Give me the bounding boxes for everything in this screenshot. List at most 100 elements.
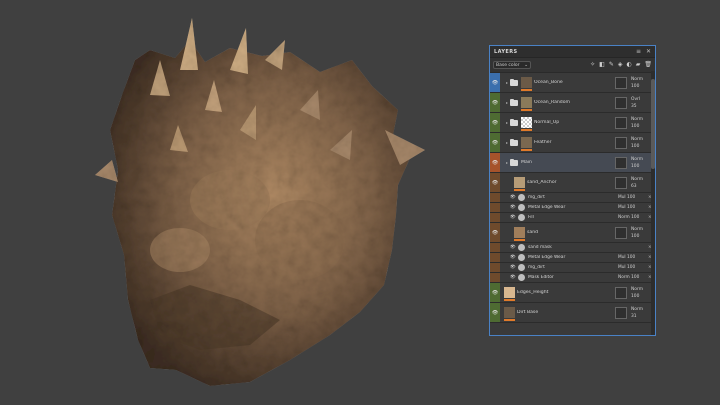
effect-blend[interactable]: Mul 100 — [618, 195, 648, 200]
effect-row[interactable]: 👁 sand mask × — [490, 243, 655, 253]
effect-name: Metal Edge Wear — [528, 205, 566, 210]
mask-slot[interactable] — [615, 76, 627, 89]
layer-visibility-strip[interactable]: 👁 — [490, 283, 500, 302]
opacity-value[interactable]: 31 — [631, 314, 653, 319]
layer-row[interactable]: 👁 Dirt Base Norm 31 — [490, 303, 655, 323]
3d-viewport[interactable] — [0, 0, 480, 405]
wand-icon[interactable]: ✧ — [590, 62, 595, 68]
mask-slot[interactable] — [615, 176, 627, 189]
layer-row[interactable]: 👁 ▸ Main Norm 100 — [490, 153, 655, 173]
layer-row[interactable]: 👁 Edges_Height Norm 100 — [490, 283, 655, 303]
opacity-value[interactable]: 100 — [631, 234, 653, 239]
paint-icon[interactable]: ✎ — [609, 62, 614, 68]
eye-icon[interactable]: 👁 — [492, 160, 498, 166]
mask-slot[interactable] — [615, 306, 627, 319]
eye-icon[interactable]: 👁 — [492, 290, 498, 296]
layer-blend-controls[interactable]: Norm 100 — [631, 157, 653, 169]
eye-icon[interactable]: 👁 — [510, 275, 518, 280]
eye-icon[interactable]: 👁 — [492, 230, 498, 236]
effect-row[interactable]: 👁 mg_dirt Mul 100 × — [490, 193, 655, 203]
eye-icon[interactable]: 👁 — [492, 180, 498, 186]
eye-icon[interactable]: 👁 — [492, 80, 498, 86]
eye-icon[interactable]: 👁 — [492, 310, 498, 316]
blend-mode[interactable]: Norm — [631, 287, 653, 292]
layer-blend-controls[interactable]: Norm 100 — [631, 137, 653, 149]
layer-blend-controls[interactable]: Norm 100 — [631, 287, 653, 299]
opacity-value[interactable]: 100 — [631, 164, 653, 169]
layer-blend-controls[interactable]: Norm 63 — [631, 177, 653, 189]
blend-mode[interactable]: Ovrl — [631, 97, 653, 102]
scrollbar-thumb[interactable] — [651, 79, 655, 169]
mask-slot[interactable] — [615, 136, 627, 149]
blend-mode[interactable]: Norm — [631, 77, 653, 82]
layer-visibility-strip[interactable]: 👁 — [490, 73, 500, 92]
opacity-value[interactable]: 100 — [631, 124, 653, 129]
effect-row[interactable]: 👁 Metal Edge Wear Mul 100 × — [490, 253, 655, 263]
fill-layer-icon[interactable]: ◧ — [599, 62, 605, 68]
eye-icon[interactable]: 👁 — [510, 205, 518, 210]
opacity-value[interactable]: 100 — [631, 294, 653, 299]
layer-visibility-strip[interactable]: 👁 — [490, 133, 500, 152]
blend-mode[interactable]: Norm — [631, 307, 653, 312]
folder-icon — [510, 78, 518, 86]
blend-mode[interactable]: Norm — [631, 137, 653, 142]
opacity-value[interactable]: 63 — [631, 184, 653, 189]
eye-icon[interactable]: 👁 — [510, 255, 518, 260]
effect-icon — [518, 244, 525, 251]
layer-row[interactable]: 👁 sand_Anchor Norm 63 — [490, 173, 655, 193]
layer-row[interactable]: 👁 sand Norm 100 — [490, 223, 655, 243]
blend-mode[interactable]: Norm — [631, 117, 653, 122]
layer-blend-controls[interactable]: Norm 31 — [631, 307, 653, 319]
layer-visibility-strip[interactable]: 👁 — [490, 173, 500, 192]
opacity-value[interactable]: 100 — [631, 144, 653, 149]
layer-visibility-strip[interactable]: 👁 — [490, 303, 500, 322]
mask-slot[interactable] — [615, 116, 627, 129]
effect-row[interactable]: 👁 Metal Edge Wear Mul 100 × — [490, 203, 655, 213]
trash-icon[interactable]: 🗑 — [644, 62, 652, 68]
eye-icon[interactable]: 👁 — [510, 245, 518, 250]
eye-icon[interactable]: 👁 — [492, 140, 498, 146]
folder-icon[interactable]: ▰ — [636, 62, 641, 68]
effect-blend[interactable]: Mul 100 — [618, 255, 648, 260]
layer-visibility-strip[interactable]: 👁 — [490, 93, 500, 112]
menu-icon[interactable]: ≡ — [636, 48, 641, 55]
effect-row[interactable]: 👁 Fill Norm 100 × — [490, 213, 655, 223]
layer-row[interactable]: 👁 ▸ Ocean_Bone Norm 100 — [490, 73, 655, 93]
mask-slot[interactable] — [615, 96, 627, 109]
close-icon[interactable]: ✕ — [646, 48, 651, 55]
layer-scrollbar[interactable] — [651, 71, 655, 335]
mask-slot[interactable] — [615, 226, 627, 239]
layer-blend-controls[interactable]: Norm 100 — [631, 117, 653, 129]
blend-mode[interactable]: Norm — [631, 227, 653, 232]
eye-icon[interactable]: 👁 — [510, 195, 518, 200]
mask-slot[interactable] — [615, 286, 627, 299]
smart-material-icon[interactable]: ◈ — [618, 62, 623, 68]
effect-blend[interactable]: Mul 100 — [618, 265, 648, 270]
effect-row[interactable]: 👁 mg_dirt Mul 100 × — [490, 263, 655, 273]
eye-icon[interactable]: 👁 — [492, 100, 498, 106]
layer-blend-controls[interactable]: Norm 100 — [631, 227, 653, 239]
eye-icon[interactable]: 👁 — [492, 120, 498, 126]
layer-row[interactable]: 👁 ▸ Ocean_Random Ovrl 35 — [490, 93, 655, 113]
effect-row[interactable]: 👁 Mask Editor Norm 100 × — [490, 273, 655, 283]
mask-slot[interactable] — [615, 156, 627, 169]
eye-icon[interactable]: 👁 — [510, 215, 518, 220]
channel-select[interactable]: Base color ⌄ — [493, 61, 531, 69]
mask-icon[interactable]: ◐ — [627, 62, 632, 68]
effect-blend[interactable]: Norm 100 — [618, 275, 648, 280]
opacity-value[interactable]: 100 — [631, 84, 653, 89]
eye-icon[interactable]: 👁 — [510, 265, 518, 270]
blend-mode[interactable]: Norm — [631, 177, 653, 182]
layer-visibility-strip[interactable]: 👁 — [490, 113, 500, 132]
opacity-value[interactable]: 35 — [631, 104, 653, 109]
layer-row[interactable]: 👁 ▸ Feather Norm 100 — [490, 133, 655, 153]
layer-visibility-strip[interactable]: 👁 — [490, 153, 500, 172]
folder-icon — [510, 158, 518, 166]
effect-blend[interactable]: Mul 100 — [618, 205, 648, 210]
blend-mode[interactable]: Norm — [631, 157, 653, 162]
layer-visibility-strip[interactable]: 👁 — [490, 223, 500, 242]
layer-row[interactable]: 👁 ▸ Normal_Up Norm 100 — [490, 113, 655, 133]
layer-blend-controls[interactable]: Ovrl 35 — [631, 97, 653, 109]
layer-blend-controls[interactable]: Norm 100 — [631, 77, 653, 89]
effect-blend[interactable]: Norm 100 — [618, 215, 648, 220]
